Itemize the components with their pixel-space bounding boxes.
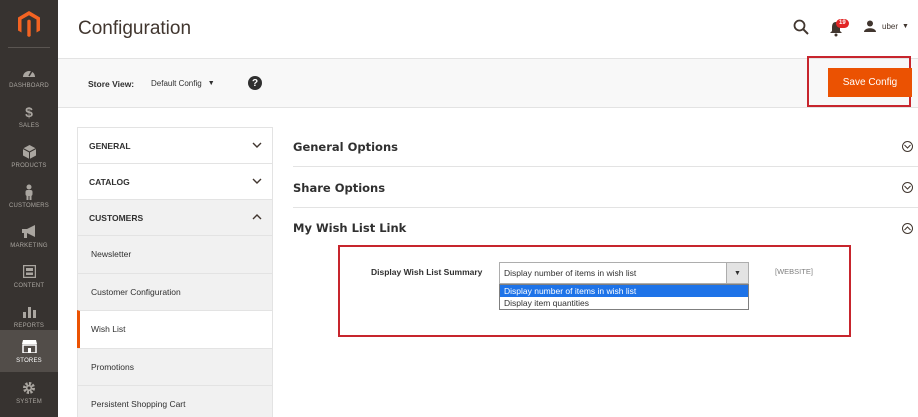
section-title: Share Options [293, 180, 386, 195]
box-icon [21, 144, 37, 160]
chevron-down-icon [252, 176, 262, 187]
tab-general[interactable]: GENERAL [77, 127, 273, 163]
wish-list-summary-label: Display Wish List Summary [371, 267, 483, 277]
store-icon [21, 339, 37, 355]
nav-customers[interactable]: CUSTOMERS [0, 176, 58, 216]
scope-label: [WEBSITE] [775, 267, 813, 276]
config-tabs: GENERAL CATALOG CUSTOMERS Newsletter Cus… [77, 127, 273, 417]
nav-label: DASHBOARD [9, 82, 49, 89]
tab-item-wish-list[interactable]: Wish List [77, 310, 273, 348]
chevron-down-circle-icon [902, 141, 913, 152]
dropdown-option[interactable]: Display number of items in wish list [500, 285, 748, 297]
store-view-switcher[interactable]: Default Config ▼ [151, 79, 215, 88]
nav-label: SALES [18, 122, 40, 129]
select-arrow-button[interactable]: ▼ [726, 263, 748, 283]
tab-item-promotions[interactable]: Promotions [77, 347, 273, 385]
nav-products[interactable]: PRODUCTS [0, 136, 58, 176]
magento-logo[interactable] [0, 0, 58, 48]
megaphone-icon [21, 224, 37, 240]
nav-label: MARKETING [10, 242, 48, 249]
nav-label: CONTENT [13, 282, 45, 289]
chevron-down-icon: ▼ [902, 22, 909, 30]
section-my-wish-list-link[interactable]: My Wish List Link [293, 208, 918, 248]
nav-dashboard[interactable]: DASHBOARD [0, 56, 58, 96]
select-value: Display number of items in wish list [504, 268, 637, 278]
tab-label: CATALOG [89, 176, 130, 187]
nav-label: CUSTOMERS [8, 202, 50, 209]
admin-sidebar: DASHBOARD $ SALES PRODUCTS CUSTOMERS MAR… [0, 0, 58, 417]
chevron-down-circle-icon [902, 182, 913, 193]
wish-list-summary-dropdown: Display number of items in wish list Dis… [499, 284, 749, 310]
chevron-up-icon [252, 212, 262, 223]
user-icon [864, 20, 876, 32]
save-config-button[interactable]: Save Config [828, 68, 912, 97]
nav-label: PRODUCTS [11, 162, 47, 169]
search-button[interactable] [793, 19, 811, 37]
tab-item-newsletter[interactable]: Newsletter [77, 235, 273, 273]
triangle-down-icon: ▼ [734, 269, 741, 277]
nav-stores[interactable]: STORES [0, 330, 58, 372]
tab-item-customer-configuration[interactable]: Customer Configuration [77, 272, 273, 310]
nav-content[interactable]: CONTENT [0, 256, 58, 296]
content-icon [21, 264, 37, 280]
magento-logo-icon [18, 11, 40, 37]
user-menu[interactable]: uber ▼ [864, 20, 909, 32]
page-title: Configuration [78, 18, 192, 39]
store-view-value: Default Config [151, 79, 202, 88]
tab-item-persistent-shopping-cart[interactable]: Persistent Shopping Cart [77, 385, 273, 417]
store-view-label: Store View: [88, 79, 135, 89]
chevron-down-icon: ▼ [207, 80, 215, 87]
tab-label: CUSTOMERS [89, 212, 144, 223]
nav-marketing[interactable]: MARKETING [0, 216, 58, 256]
chevron-down-icon [252, 140, 262, 151]
dollar-icon: $ [25, 103, 33, 120]
tab-customers[interactable]: CUSTOMERS [77, 199, 273, 235]
chevron-up-circle-icon [902, 222, 913, 234]
person-icon [21, 184, 37, 200]
search-icon [793, 19, 809, 35]
section-share-options[interactable]: Share Options [293, 168, 918, 208]
wish-list-summary-select[interactable]: Display number of items in wish list [499, 262, 749, 284]
store-view-bar: Store View: Default Config ▼ ? [58, 58, 918, 108]
tab-label: GENERAL [89, 140, 131, 151]
help-icon[interactable]: ? [248, 76, 262, 90]
tab-catalog[interactable]: CATALOG [77, 163, 273, 199]
logo-divider [8, 47, 50, 48]
section-title: My Wish List Link [293, 221, 407, 235]
notifications-badge: 19 [836, 19, 849, 28]
nav-label: STORES [16, 357, 42, 364]
bar-chart-icon [21, 304, 37, 320]
gear-icon [21, 380, 37, 396]
nav-label: SYSTEM [16, 398, 42, 405]
nav-system[interactable]: SYSTEM [0, 372, 58, 412]
section-general-options[interactable]: General Options [293, 127, 918, 167]
dashboard-icon [21, 64, 37, 80]
section-title: General Options [293, 139, 398, 154]
dropdown-option[interactable]: Display item quantities [500, 297, 748, 309]
user-name: uber [882, 21, 899, 31]
nav-label: REPORTS [13, 322, 45, 329]
nav-sales[interactable]: $ SALES [0, 96, 58, 136]
